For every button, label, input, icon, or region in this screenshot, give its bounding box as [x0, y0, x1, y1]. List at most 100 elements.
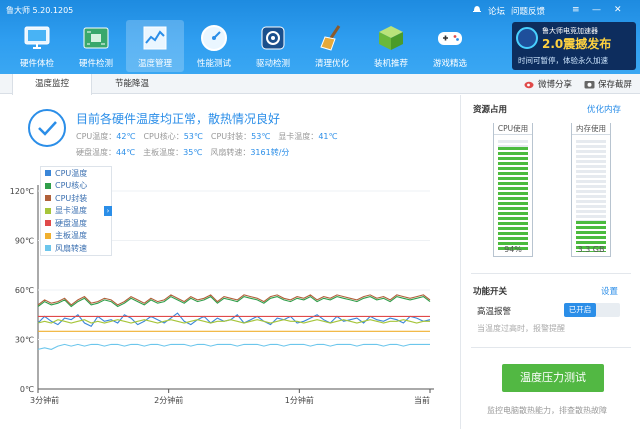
- menu-icon[interactable]: ≡: [572, 5, 580, 15]
- nav-item-checkup[interactable]: 硬件体检: [8, 20, 66, 72]
- metric-value: 35℃: [183, 147, 203, 157]
- metric-value: 53℃: [251, 131, 271, 141]
- memory-usage-label: 内存使用: [572, 123, 610, 135]
- metric-item: 显卡温度：41℃: [278, 131, 337, 142]
- legend-collapse-icon[interactable]: ›: [104, 206, 112, 216]
- nav-label: 硬件检测: [78, 59, 113, 69]
- x-tick-label: 1分钟前: [285, 395, 314, 405]
- promo-line2: 2.0震撼发布: [542, 37, 612, 51]
- weibo-share-label: 微博分享: [537, 80, 572, 90]
- close-icon[interactable]: ✕: [614, 5, 622, 15]
- legend-item[interactable]: CPU温度: [41, 167, 111, 180]
- legend-item[interactable]: CPU封装: [41, 192, 111, 205]
- legend-label: 风扇转速: [55, 243, 87, 253]
- memory-usage-gauge: 内存使用: [571, 123, 611, 257]
- nav-label: 清理优化: [314, 59, 349, 69]
- temperature-panel: 目前各硬件温度均正常，散热情况良好 CPU温度：42℃ CPU核心：53℃ CPU封…: [0, 95, 458, 429]
- metric-item: CPU封装：53℃: [211, 131, 270, 142]
- nav-item-benchmark[interactable]: 性能测试: [185, 20, 243, 72]
- nav-item-temperature[interactable]: 温度管理: [126, 20, 184, 72]
- main-nav: 硬件体检 硬件检测 温度管理 性能测试 驱动检测 清理优化 装机推荐 游戏精选: [8, 20, 480, 72]
- y-tick-label: 60℃: [15, 286, 34, 295]
- forum-link[interactable]: 论坛: [488, 5, 505, 17]
- gauge-track: [498, 140, 528, 252]
- legend-swatch: [45, 195, 51, 202]
- camera-icon: [584, 81, 595, 89]
- nav-item-drivers[interactable]: 驱动检测: [244, 20, 302, 72]
- legend-item[interactable]: 风扇转速: [41, 242, 111, 255]
- y-tick-label: 30℃: [15, 336, 34, 345]
- metric-value: 3161转/分: [250, 147, 290, 157]
- save-screenshot-button[interactable]: 保存截屏: [584, 78, 632, 90]
- promo-logo-icon: [516, 27, 538, 49]
- y-tick-label: 90℃: [15, 237, 34, 246]
- legend-label: CPU温度: [55, 168, 88, 178]
- metric-label: 风扇转速：: [210, 147, 251, 157]
- cube-box-icon: [375, 22, 407, 54]
- metric-label: 硬盘温度：: [76, 147, 116, 157]
- bell-icon[interactable]: [472, 4, 482, 17]
- legend-item[interactable]: 显卡温度: [41, 205, 111, 218]
- legend-label: CPU封装: [55, 193, 88, 203]
- weibo-share-button[interactable]: 微博分享: [524, 78, 572, 90]
- series-line-风扇转速: [37, 343, 430, 350]
- metric-label: 主板温度：: [143, 147, 184, 157]
- metric-label: CPU核心：: [143, 131, 184, 141]
- gamepad-icon: [434, 22, 466, 54]
- promo-banner[interactable]: 鲁大师电竞加速器 2.0震撼发布 时间可暂停，体验永久加速: [512, 22, 636, 70]
- legend-swatch: [45, 170, 51, 177]
- cpu-usage-gauge: CPU使用: [493, 123, 533, 257]
- promo-line3: 时间可暂停，体验永久加速: [518, 56, 608, 65]
- chart-legend: CPU温度 CPU核心 CPU封装显卡温度 硬盘温度 主板温度 风扇转速: [40, 166, 112, 256]
- tab-temperature-monitor[interactable]: 温度监控: [12, 74, 92, 95]
- nav-item-cleanup[interactable]: 清理优化: [303, 20, 361, 72]
- legend-label: CPU核心: [55, 181, 88, 191]
- legend-swatch: [45, 182, 51, 189]
- metric-item: 风扇转速：3161转/分: [210, 147, 289, 158]
- nav-item-hardware[interactable]: 硬件检测: [67, 20, 125, 72]
- legend-item[interactable]: 硬盘温度: [41, 217, 111, 230]
- feedback-link[interactable]: 问题反馈: [511, 5, 545, 17]
- x-tick-label: 3分钟前: [30, 395, 59, 405]
- nav-label: 游戏精选: [432, 59, 467, 69]
- metric-value: 41℃: [318, 131, 338, 141]
- metric-item: CPU温度：42℃: [76, 131, 135, 142]
- optimize-memory-link[interactable]: 优化内存: [587, 103, 621, 115]
- nav-item-games[interactable]: 游戏精选: [421, 20, 479, 72]
- tab-bar: 温度监控 节能降温 微博分享 保存截屏: [0, 74, 640, 95]
- nav-label: 性能测试: [196, 59, 231, 69]
- stress-test-description: 监控电脑散热能力，排查散热故障: [487, 406, 607, 415]
- app-window: 鲁大师 5.20.1205 硬件体检 硬件检测 温度管理 性能测试 驱动检测 清…: [0, 0, 640, 429]
- legend-swatch: [45, 207, 51, 214]
- alarm-label: 高温报警: [477, 307, 512, 317]
- circuit-board-icon: [80, 22, 112, 54]
- speedometer-icon: [198, 22, 230, 54]
- metric-item: CPU核心：53℃: [143, 131, 202, 142]
- cpu-usage-label: CPU使用: [494, 123, 532, 135]
- legend-item[interactable]: CPU核心: [41, 180, 111, 193]
- metric-label: CPU温度：: [76, 131, 117, 141]
- metric-label: 显卡温度：: [278, 131, 319, 141]
- temperature-metrics: CPU温度：42℃ CPU核心：53℃ CPU封装：53℃ 显卡温度：41℃ 硬盘温度…: [76, 128, 456, 160]
- thermometer-chart-icon: [139, 22, 171, 54]
- cpu-usage-value: 94%: [504, 245, 522, 254]
- y-tick-label: 0℃: [20, 385, 34, 394]
- alarm-hint: 当温度过高时，报警提醒: [477, 324, 565, 333]
- save-screenshot-label: 保存截屏: [597, 80, 632, 90]
- tab-energy-saving[interactable]: 节能降温: [92, 74, 172, 94]
- nav-label: 温度管理: [137, 59, 172, 69]
- legend-item[interactable]: 主板温度: [41, 230, 111, 243]
- weibo-icon: [524, 81, 534, 89]
- minimize-icon[interactable]: —: [592, 5, 601, 15]
- stress-test-button[interactable]: 温度压力测试: [502, 364, 604, 392]
- gear-chip-icon: [257, 22, 289, 54]
- metrics-row: CPU温度：42℃ CPU核心：53℃ CPU封装：53℃ 显卡温度：41℃: [76, 128, 456, 144]
- alarm-toggle[interactable]: 已开启: [564, 303, 620, 317]
- broom-icon: [316, 22, 348, 54]
- metric-label: CPU封装：: [210, 131, 252, 141]
- settings-link[interactable]: 设置: [601, 285, 618, 297]
- nav-item-build[interactable]: 装机推荐: [362, 20, 420, 72]
- nav-label: 装机推荐: [373, 59, 408, 69]
- divider: [471, 273, 631, 274]
- x-tick-label: 2分钟前: [154, 395, 183, 405]
